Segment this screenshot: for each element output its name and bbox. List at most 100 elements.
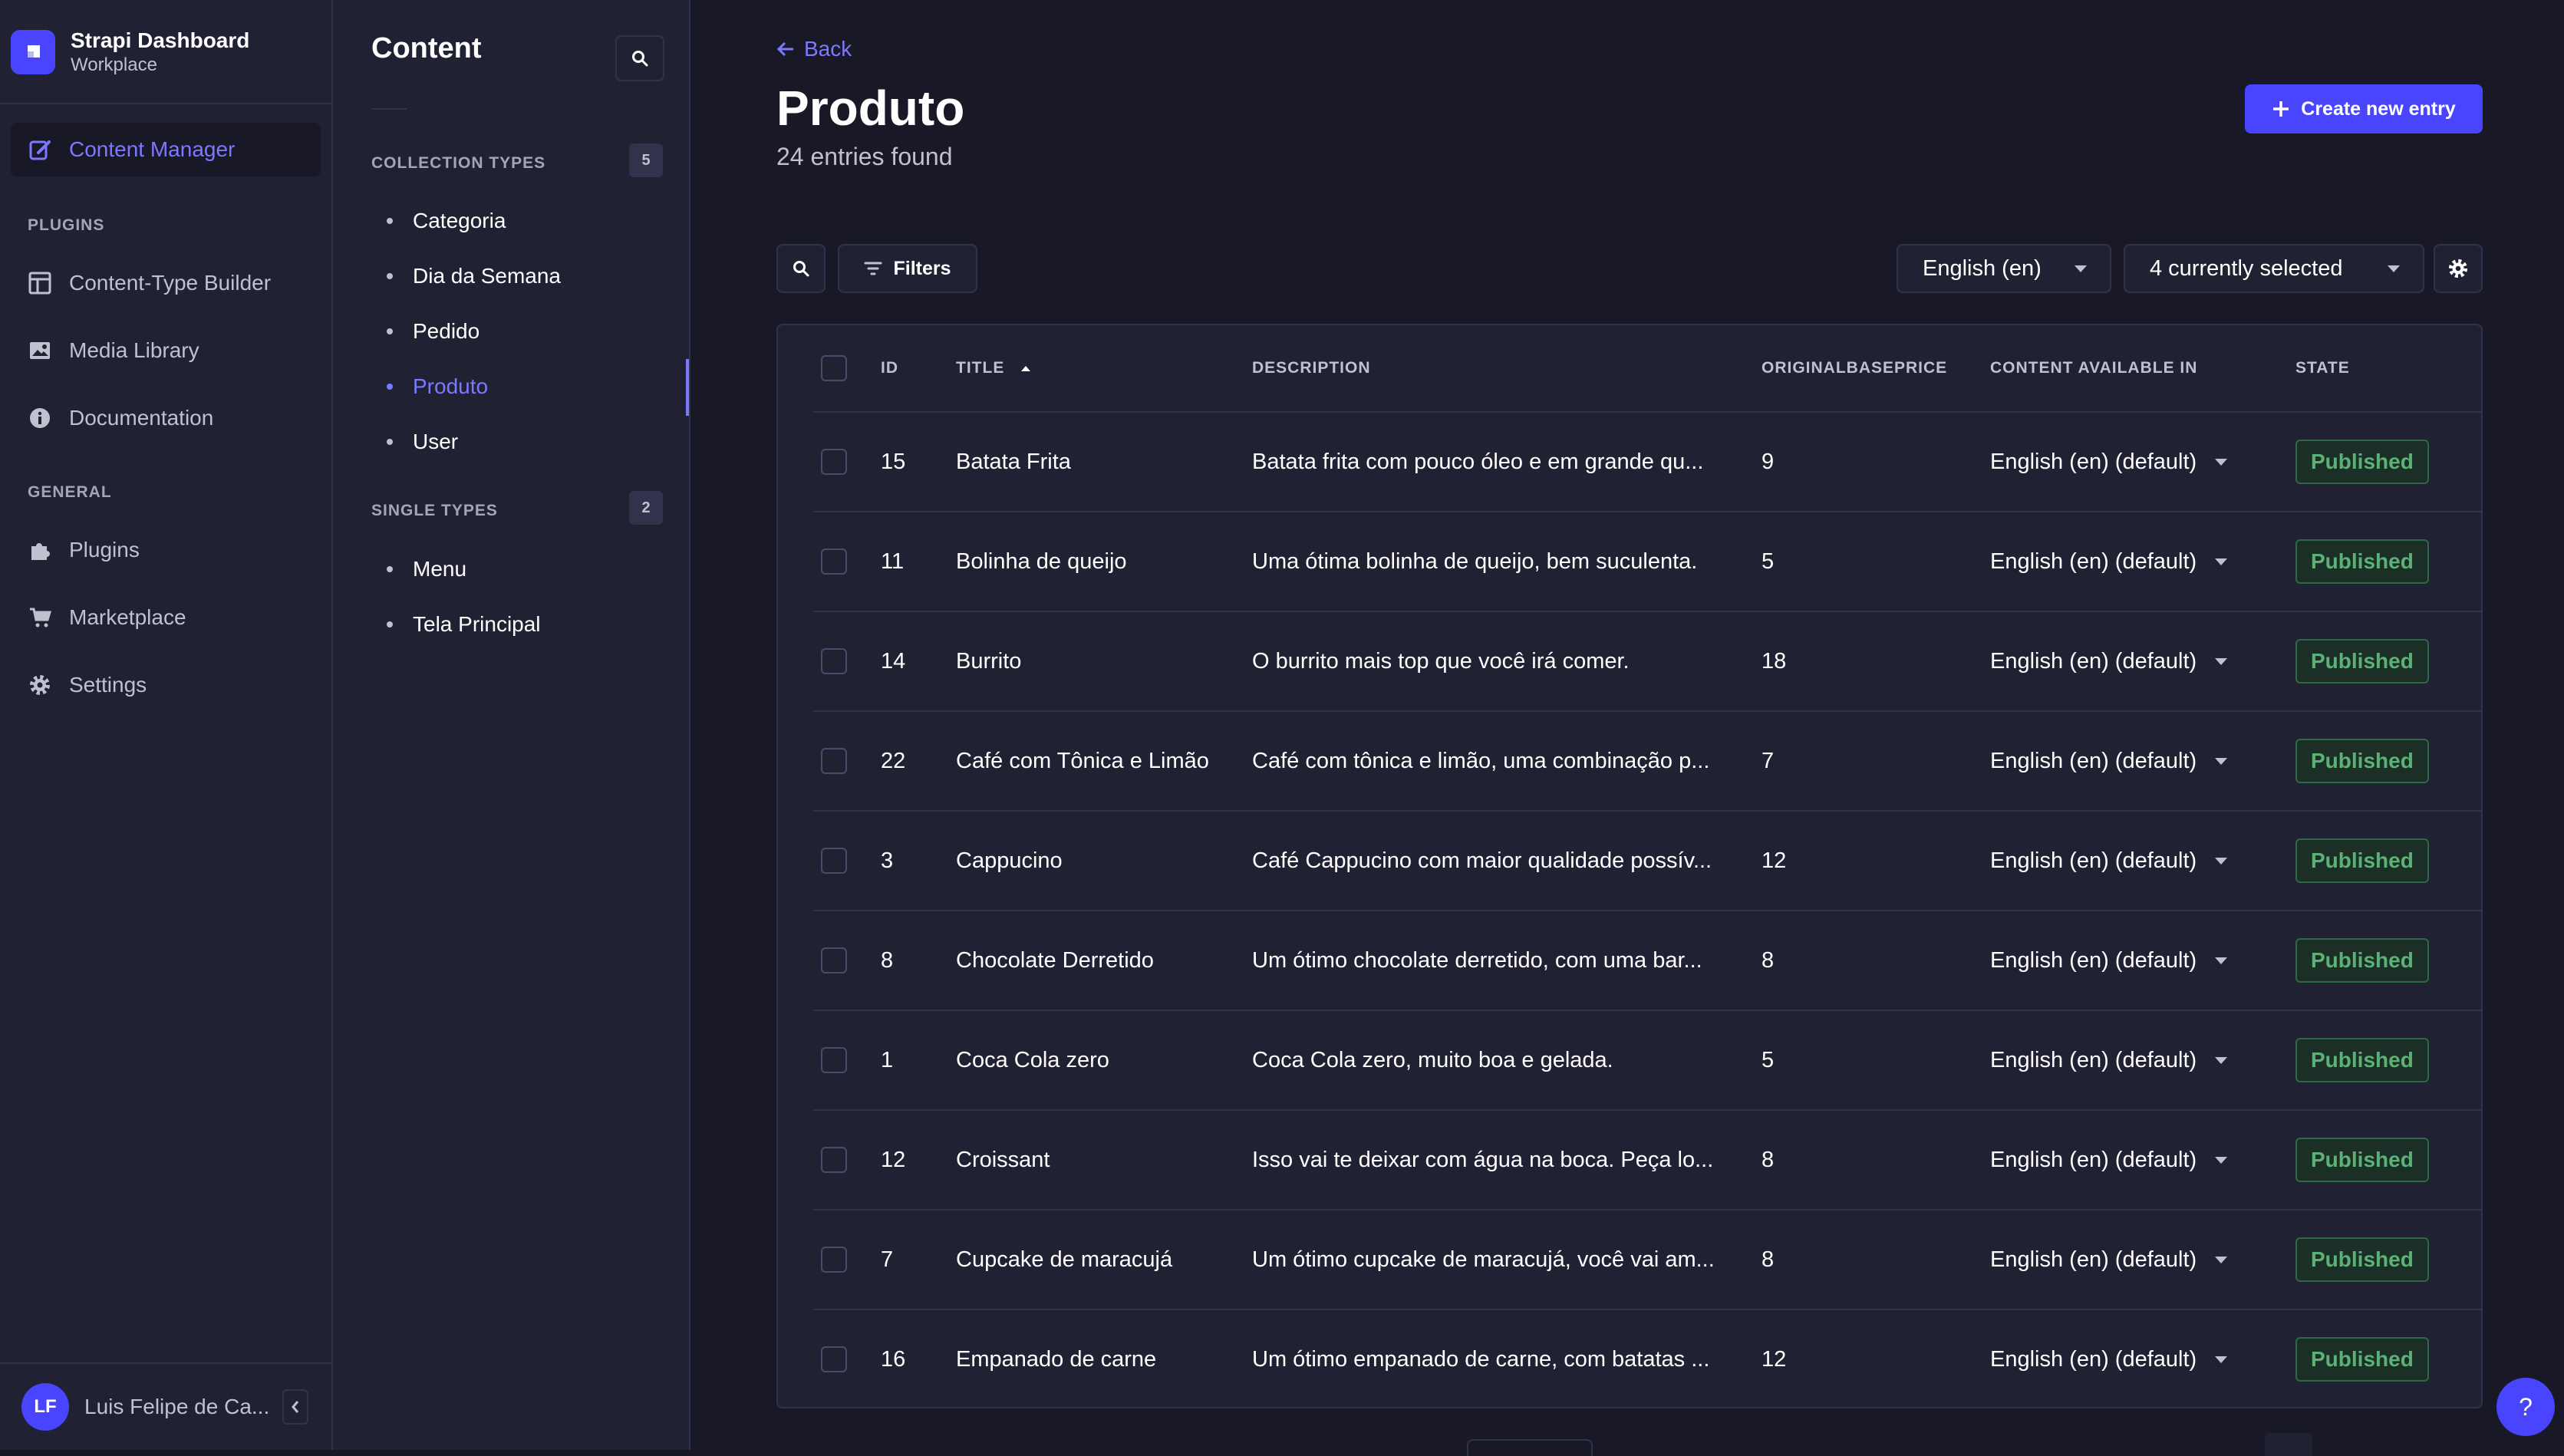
app-title: Strapi Dashboard (71, 28, 250, 52)
cell-id: 14 (881, 648, 906, 674)
locale-dropdown[interactable]: English (en) (default) (1990, 1310, 2228, 1407)
row-checkbox[interactable] (821, 947, 847, 973)
row-checkbox[interactable] (821, 1247, 847, 1273)
locale-dropdown[interactable]: English (en) (default) (1990, 911, 2228, 1010)
avatar[interactable]: LF (21, 1383, 69, 1431)
nav-item-settings[interactable]: Settings (11, 658, 321, 712)
locale-dropdown[interactable]: English (en) (default) (1990, 612, 2228, 710)
brand[interactable]: Strapi Dashboard Workplace (11, 23, 249, 81)
locale-dropdown[interactable]: English (en) (default) (1990, 1211, 2228, 1309)
row-select-cell (821, 1111, 847, 1209)
caret-down-icon (2215, 757, 2228, 765)
subnav-item-categoria[interactable]: Categoria (387, 206, 506, 236)
cell-state: Published (2295, 1111, 2429, 1209)
row-checkbox[interactable] (821, 548, 847, 575)
table-row[interactable]: 16 Empanado de carne Um ótimo empanado de … (813, 1309, 2481, 1407)
cell-originalbaseprice: 12 (1762, 1346, 1787, 1372)
row-select-cell (821, 1211, 847, 1309)
subnav-item-menu[interactable]: Menu (387, 554, 466, 585)
nav-item-media-library[interactable]: Media Library (11, 324, 321, 377)
filters-button[interactable]: Filters (838, 244, 977, 293)
locale-dropdown[interactable]: English (en) (default) (1990, 1111, 2228, 1209)
user-menu[interactable]: LF Luis Felipe de Ca... (0, 1362, 331, 1450)
collapse-nav-button[interactable] (282, 1389, 308, 1425)
table-row[interactable]: 15 Batata Frita Batata frita com pouco óle… (813, 411, 2481, 511)
subnav-item-dia-da-semana[interactable]: Dia da Semana (387, 261, 561, 292)
row-checkbox[interactable] (821, 748, 847, 774)
bullet-icon (387, 328, 393, 334)
row-select-cell (821, 712, 847, 810)
status-badge: Published (2295, 1337, 2429, 1382)
bullet-icon (387, 621, 393, 628)
locale-dropdown[interactable]: English (en) (default) (1990, 1011, 2228, 1109)
nav-label: Settings (69, 673, 147, 697)
subnav-search-button[interactable] (615, 35, 664, 81)
page-title: Produto (776, 81, 965, 136)
table-row[interactable]: 22 Café com Tônica e Limão Café com tônica… (813, 710, 2481, 810)
general-heading: GENERAL (28, 483, 112, 501)
cell-state: Published (2295, 712, 2429, 810)
cell-originalbaseprice: 9 (1762, 449, 1775, 474)
locale-dropdown[interactable]: English (en) (default) (1990, 812, 2228, 910)
table-row[interactable]: 11 Bolinha de queijo Uma ótima bolinha de … (813, 511, 2481, 611)
row-checkbox[interactable] (821, 1346, 847, 1372)
row-checkbox[interactable] (821, 1047, 847, 1073)
caret-down-icon (2215, 458, 2228, 466)
caret-down-icon (2075, 265, 2087, 272)
table-row[interactable]: 3 Cappucino Café Cappucino com maior quali… (813, 810, 2481, 910)
table-header: ID TITLE DESCRIPTION ORIGINALBASEPRICE C… (778, 325, 2481, 411)
nav-item-documentation[interactable]: Documentation (11, 391, 321, 445)
header-title[interactable]: TITLE (956, 325, 1032, 411)
locale-dropdown[interactable]: English (en) (default) (1990, 512, 2228, 611)
nav-item-content-type-builder[interactable]: Content-Type Builder (11, 256, 321, 310)
cell-locale: English (en) (default) (1990, 947, 2197, 973)
table-row[interactable]: 1 Coca Cola zero Coca Cola zero, muito boa… (813, 1010, 2481, 1109)
cell-locale: English (en) (default) (1990, 1147, 2197, 1172)
header-id[interactable]: ID (881, 325, 898, 411)
back-link[interactable]: Back (776, 37, 852, 61)
list-settings-button[interactable] (2434, 244, 2483, 293)
cell-title: Burrito (956, 648, 1022, 674)
subnav-label: Pedido (413, 319, 480, 343)
row-checkbox[interactable] (821, 449, 847, 475)
header-description[interactable]: DESCRIPTION (1252, 325, 1371, 411)
nav-label: Media Library (69, 338, 199, 362)
cell-description: Isso vai te deixar com água na boca. Peç… (1252, 1147, 1714, 1172)
table-row[interactable]: 12 Croissant Isso vai te deixar com água n… (813, 1109, 2481, 1209)
create-entry-button[interactable]: Create new entry (2245, 84, 2483, 133)
cell-originalbaseprice: 7 (1762, 748, 1775, 773)
plugins-heading: PLUGINS (28, 216, 105, 234)
cell-id: 7 (881, 1247, 894, 1272)
single-types-heading[interactable]: SINGLE TYPES (371, 502, 498, 520)
select-all-cell[interactable] (821, 325, 847, 411)
status-badge: Published (2295, 440, 2429, 484)
single-count-badge: 2 (629, 491, 663, 525)
subnav-item-pedido[interactable]: Pedido (387, 316, 480, 347)
columns-select[interactable]: 4 currently selected (2124, 244, 2424, 293)
help-button[interactable]: ? (2496, 1378, 2555, 1436)
collection-count-badge: 5 (629, 143, 663, 177)
table-row[interactable]: 7 Cupcake de maracujá Um ótimo cupcake de … (813, 1209, 2481, 1309)
cart-icon (26, 604, 54, 631)
subnav-item-user[interactable]: User (387, 427, 458, 457)
main-navigation: Strapi Dashboard Workplace Content Manag… (0, 0, 333, 1450)
cell-originalbaseprice: 8 (1762, 1247, 1775, 1272)
row-checkbox[interactable] (821, 648, 847, 674)
select-all-checkbox[interactable] (821, 355, 847, 381)
nav-item-content-manager[interactable]: Content Manager (11, 123, 321, 176)
main-content: Back Produto 24 entries found Create new… (690, 0, 2564, 1456)
locale-dropdown[interactable]: English (en) (default) (1990, 712, 2228, 810)
nav-item-plugins[interactable]: Plugins (11, 523, 321, 577)
subnav-item-produto[interactable]: Produto (387, 371, 488, 402)
row-checkbox[interactable] (821, 848, 847, 874)
locale-select[interactable]: English (en) (1897, 244, 2111, 293)
search-button[interactable] (776, 244, 826, 293)
nav-item-marketplace[interactable]: Marketplace (11, 591, 321, 644)
collection-types-heading[interactable]: COLLECTION TYPES (371, 154, 545, 173)
locale-dropdown[interactable]: English (en) (default) (1990, 413, 2228, 511)
table-row[interactable]: 8 Chocolate Derretido Um ótimo chocolate d… (813, 910, 2481, 1010)
header-originalbaseprice[interactable]: ORIGINALBASEPRICE (1762, 325, 1947, 411)
subnav-item-tela-principal[interactable]: Tela Principal (387, 609, 541, 640)
row-checkbox[interactable] (821, 1147, 847, 1173)
table-row[interactable]: 14 Burrito O burrito mais top que você irá… (813, 611, 2481, 710)
